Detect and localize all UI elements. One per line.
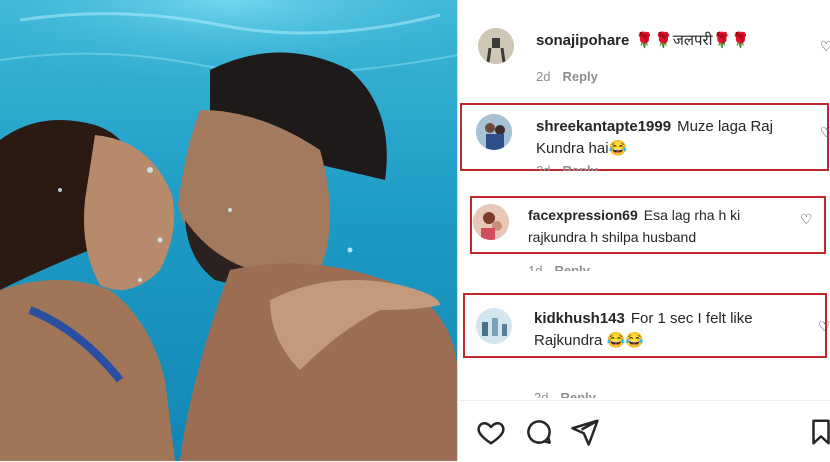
comment-text: sonajipohare 🌹🌹जलपरी🌹🌹 bbox=[536, 30, 750, 52]
comment-text: facexpression69 Esa lag rha h ki rajkundr… bbox=[528, 204, 740, 248]
comment-text: shreekantapte1999 Muze laga Raj Kundra ha… bbox=[536, 116, 773, 160]
reply-button[interactable]: Reply bbox=[562, 69, 597, 84]
comment-body: Muze laga Raj bbox=[677, 118, 773, 135]
comment-meta: 2d Reply bbox=[536, 163, 598, 171]
comment-text: kidkhush143 For 1 sec I felt like Rajkund… bbox=[534, 308, 753, 352]
comment-time: 2d bbox=[536, 163, 551, 171]
comment-icon[interactable] bbox=[524, 417, 554, 447]
comment-body-line2: Kundra hai😂 bbox=[536, 140, 628, 157]
action-bar bbox=[458, 400, 830, 462]
comment-body: 🌹🌹जलपरी🌹🌹 bbox=[635, 32, 750, 49]
comment-time: 1d bbox=[528, 263, 543, 271]
comment-username[interactable]: shreekantapte1999 bbox=[536, 118, 671, 135]
comment-meta: 2d Reply bbox=[534, 390, 596, 398]
comment-body-line2: Rajkundra 😂😂 bbox=[534, 332, 644, 349]
heart-icon[interactable]: ♡ bbox=[800, 211, 813, 228]
heart-icon[interactable]: ♡ bbox=[820, 38, 830, 55]
reply-button[interactable]: Reply bbox=[562, 163, 597, 171]
comment-meta: 1d Reply bbox=[528, 263, 590, 271]
comment-username[interactable]: facexpression69 bbox=[528, 207, 638, 223]
comment-body: Esa lag rha h ki bbox=[643, 207, 741, 223]
comments-panel[interactable]: sonajipohare 🌹🌹जलपरी🌹🌹 2d Reply ♡ shreekan… bbox=[458, 0, 830, 400]
avatar[interactable] bbox=[473, 204, 509, 240]
share-icon[interactable] bbox=[570, 417, 600, 447]
comment-username[interactable]: kidkhush143 bbox=[534, 310, 625, 327]
avatar[interactable] bbox=[476, 308, 512, 344]
like-heart-icon[interactable] bbox=[476, 417, 506, 447]
comment-username[interactable]: sonajipohare bbox=[536, 32, 629, 49]
avatar[interactable] bbox=[476, 114, 512, 150]
comment-time: 2d bbox=[536, 69, 551, 84]
heart-icon[interactable]: ♡ bbox=[820, 124, 830, 141]
comment-body-line2: rajkundra h shilpa husband bbox=[528, 229, 697, 245]
comment-time: 2d bbox=[534, 390, 549, 398]
comment-body: For 1 sec I felt like bbox=[630, 310, 753, 327]
post-photo bbox=[0, 0, 458, 461]
comment-meta: 2d Reply bbox=[536, 69, 598, 84]
reply-button[interactable]: Reply bbox=[560, 390, 595, 398]
reply-button[interactable]: Reply bbox=[554, 263, 589, 271]
bookmark-icon[interactable] bbox=[806, 417, 830, 447]
underwater-couple-image bbox=[0, 0, 458, 461]
avatar[interactable] bbox=[478, 28, 514, 64]
heart-icon[interactable]: ♡ bbox=[818, 318, 830, 335]
